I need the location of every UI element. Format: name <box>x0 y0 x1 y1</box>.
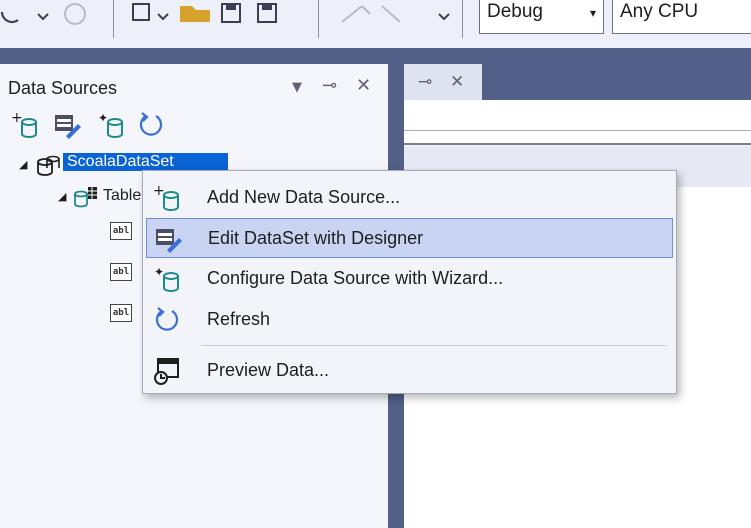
datatable-icon <box>74 187 97 208</box>
add-data-source-icon: + <box>153 183 179 211</box>
svg-text:✦: ✦ <box>154 265 164 279</box>
designer-header <box>404 100 751 145</box>
svg-text:+: + <box>153 183 165 199</box>
close-icon[interactable]: ✕ <box>356 76 371 96</box>
solution-platform-dropdown[interactable]: Any CPU <box>612 0 751 34</box>
document-tab[interactable]: ⊸ ✕ <box>404 64 482 100</box>
panel-title: Data Sources <box>8 78 118 98</box>
add-data-source-icon[interactable]: + <box>10 110 40 140</box>
refresh-icon <box>155 307 179 331</box>
window-position-dropdown-icon[interactable]: ▼ <box>292 78 302 98</box>
pin-icon[interactable]: ⊸ <box>322 76 337 96</box>
edit-dataset-designer-icon <box>156 229 182 253</box>
pin-icon[interactable]: ⊸ <box>418 72 432 92</box>
menu-item-preview-data[interactable]: Preview Data... <box>146 351 673 391</box>
menu-item-label: Edit DataSet with Designer <box>208 228 424 248</box>
context-menu: + Add New Data Source... Edit DataSet wi… <box>142 170 677 394</box>
panel-header: Data Sources ▼ ⊸ ✕ <box>0 70 388 104</box>
chevron-down-icon: ▾ <box>590 6 597 20</box>
toolbar-separator <box>462 0 463 38</box>
refresh-icon[interactable] <box>136 110 166 140</box>
column-text-icon[interactable]: abl <box>110 222 132 240</box>
preview-data-icon <box>154 358 179 385</box>
configure-wizard-icon[interactable]: ✦ <box>96 110 126 140</box>
document-tab-bar: ⊸ ✕ <box>404 64 751 100</box>
table-label[interactable]: Table <box>103 187 143 205</box>
column-text-icon[interactable]: abl <box>110 304 132 322</box>
solution-configuration-dropdown[interactable]: Debug ▾ <box>479 0 604 34</box>
menu-item-add-new-data-source[interactable]: + Add New Data Source... <box>146 178 673 218</box>
toolbar-buttons-icon[interactable] <box>0 2 400 38</box>
menu-separator <box>201 345 667 346</box>
dataset-icon <box>37 155 60 176</box>
toolbar-separator <box>113 0 114 38</box>
svg-text:✦: ✦ <box>98 111 108 125</box>
designer-ruler-line <box>404 130 751 131</box>
expand-triangle-icon[interactable]: ◢ <box>19 158 27 171</box>
configuration-value: Debug <box>487 1 543 22</box>
menu-item-label: Configure Data Source with Wizard... <box>207 268 504 288</box>
chevron-down-icon[interactable] <box>438 2 450 38</box>
menu-item-configure-data-source-wizard[interactable]: ✦ Configure Data Source with Wizard... <box>146 259 673 299</box>
main-toolbar: Debug ▾ Any CPU <box>0 0 751 48</box>
menu-item-refresh[interactable]: Refresh <box>146 300 673 340</box>
svg-text:+: + <box>11 110 23 126</box>
toolbar-frame-strip <box>0 48 751 64</box>
platform-value: Any CPU <box>620 1 699 22</box>
menu-item-label: Add New Data Source... <box>207 187 401 207</box>
expand-triangle-icon[interactable]: ◢ <box>58 190 66 203</box>
dataset-label[interactable]: ScoalaDataSet <box>63 153 228 171</box>
menu-item-label: Refresh <box>207 309 271 329</box>
column-text-icon[interactable]: abl <box>110 263 132 281</box>
menu-item-edit-dataset-with-designer[interactable]: Edit DataSet with Designer <box>146 218 673 258</box>
toolbar-separator <box>318 0 319 38</box>
close-icon[interactable]: ✕ <box>450 72 464 92</box>
menu-item-label: Preview Data... <box>207 360 330 380</box>
edit-dataset-designer-icon[interactable] <box>52 110 82 140</box>
configure-wizard-icon: ✦ <box>154 265 179 292</box>
